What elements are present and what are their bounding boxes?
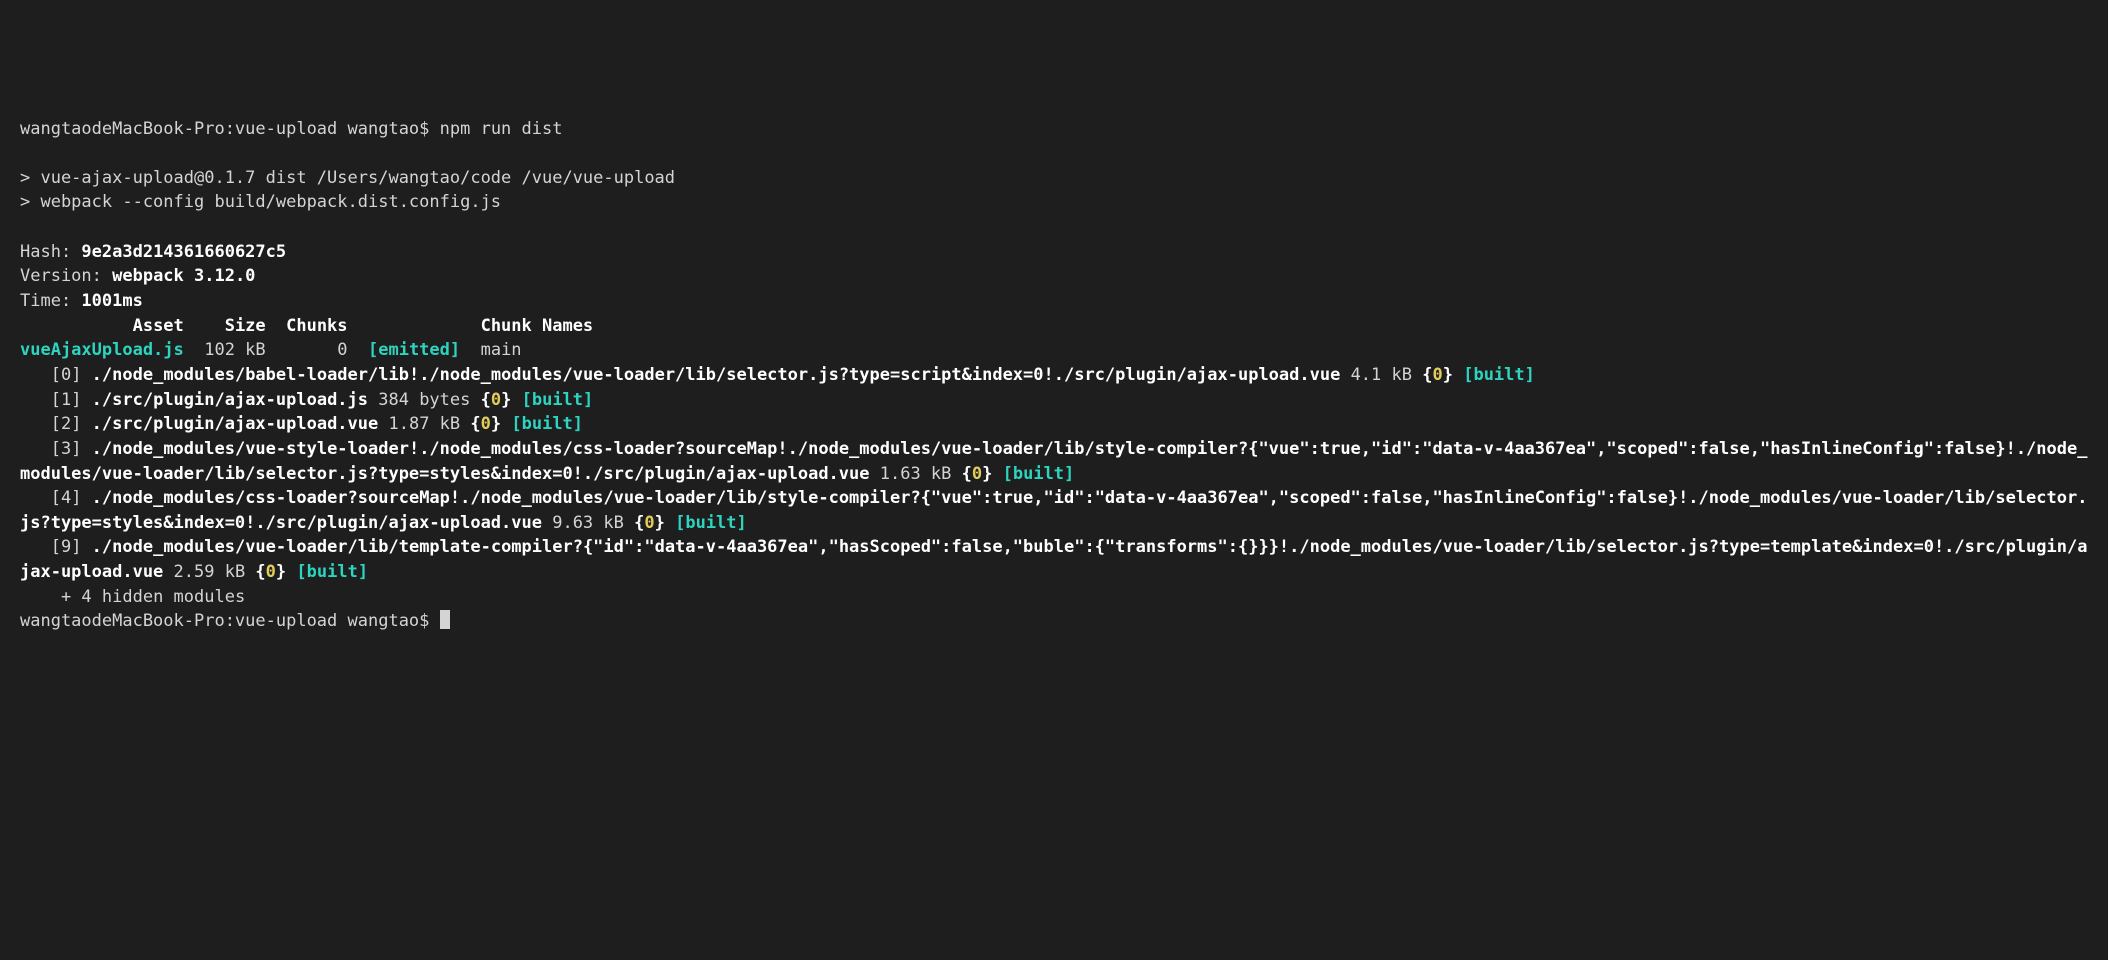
time-label: Time: [20,291,81,311]
module-size: 9.63 kB [542,513,634,533]
hash-label: Hash: [20,242,81,262]
chunk-brace: { [962,464,972,484]
chunk-brace: } [982,464,992,484]
chunk-brace: } [491,414,501,434]
chunk-id: 0 [491,390,501,410]
module-path: ./src/plugin/ajax-upload.vue [92,414,379,434]
built-tag: [built] [296,562,368,582]
module-size: 4.1 kB [1340,365,1422,385]
module-path: ./node_modules/babel-loader/lib!./node_m… [92,365,1341,385]
chunk-brace: { [255,562,265,582]
built-tag: [built] [522,390,594,410]
asset-size-chunks: 102 kB 0 [184,340,368,360]
hash-value: 9e2a3d214361660627c5 [81,242,286,262]
chunk-name: main [460,340,521,360]
chunk-brace: { [634,513,644,533]
chunk-brace: } [1443,365,1453,385]
built-tag: [built] [1003,464,1075,484]
typed-command: npm run dist [440,119,563,139]
module-path: ./node_modules/css-loader?sourceMap!./no… [20,488,2087,533]
built-tag: [built] [675,513,747,533]
module-index: [0] [20,365,92,385]
shell-prompt: wangtaodeMacBook-Pro:vue-upload wangtao$ [20,611,440,631]
npm-script-line: > webpack --config build/webpack.dist.co… [20,192,501,212]
module-index: [3] [20,439,92,459]
module-index: [2] [20,414,92,434]
chunk-id: 0 [972,464,982,484]
asset-table-header: Asset Size Chunks Chunk Names [20,316,593,336]
chunk-id: 0 [481,414,491,434]
chunk-brace: { [470,414,480,434]
chunk-id: 0 [1432,365,1442,385]
built-tag: [built] [1463,365,1535,385]
built-tag: [built] [511,414,583,434]
module-size: 384 bytes [368,390,481,410]
cursor-icon [440,610,450,629]
chunk-brace: } [655,513,665,533]
module-index: [9] [20,537,92,557]
chunk-brace: { [481,390,491,410]
terminal-output[interactable]: wangtaodeMacBook-Pro:vue-upload wangtao$… [20,117,2088,634]
module-size: 1.87 kB [378,414,470,434]
emitted-tag: [emitted] [368,340,460,360]
chunk-brace: } [276,562,286,582]
chunk-id: 0 [644,513,654,533]
module-size: 2.59 kB [163,562,255,582]
chunk-brace: { [1422,365,1432,385]
npm-script-line: > vue-ajax-upload@0.1.7 dist /Users/wang… [20,168,675,188]
shell-prompt: wangtaodeMacBook-Pro:vue-upload wangtao$ [20,119,440,139]
time-value: 1001ms [81,291,142,311]
hidden-modules: + 4 hidden modules [20,587,245,607]
module-size: 1.63 kB [870,464,962,484]
version-label: Version: [20,266,112,286]
module-index: [4] [20,488,92,508]
version-value: webpack 3.12.0 [112,266,255,286]
chunk-id: 0 [266,562,276,582]
module-path: ./src/plugin/ajax-upload.js [92,390,368,410]
chunk-brace: } [501,390,511,410]
asset-name: vueAjaxUpload.js [20,340,184,360]
module-index: [1] [20,390,92,410]
